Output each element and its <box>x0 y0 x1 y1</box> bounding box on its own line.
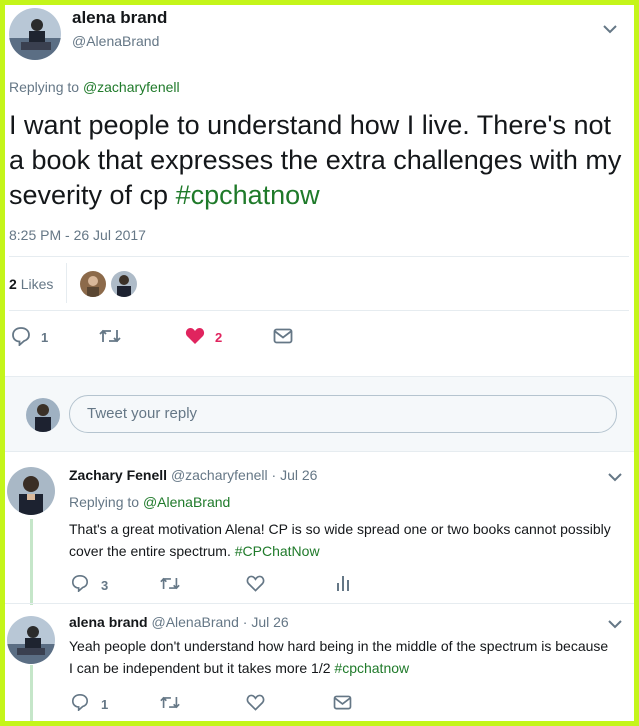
replying-handle-link[interactable]: @AlenaBrand <box>143 494 230 510</box>
current-user-avatar <box>26 398 60 432</box>
divider <box>9 310 629 311</box>
reply-time[interactable]: · Jul 26 <box>243 614 289 630</box>
reply-text: That's a great motivation Alena! CP is s… <box>69 518 614 562</box>
reply-author-name[interactable]: alena brand <box>69 614 148 630</box>
thread-line <box>30 519 33 605</box>
like-action[interactable] <box>185 327 205 350</box>
tweet-text: I want people to understand how I live. … <box>9 108 629 213</box>
reply-icon <box>12 327 30 348</box>
reply-icon <box>71 574 89 593</box>
reply-author-name[interactable]: Zachary Fenell <box>69 467 167 483</box>
retweet-icon <box>160 577 180 590</box>
replying-prefix: Replying to <box>9 79 80 95</box>
thread-line <box>30 665 33 721</box>
tweet-reply-input[interactable]: Tweet your reply <box>69 395 617 433</box>
message-action[interactable] <box>273 328 293 349</box>
reply-action[interactable] <box>71 693 89 716</box>
divider <box>5 603 634 604</box>
like-action[interactable] <box>246 694 265 716</box>
hashtag-link[interactable]: #cpchatnow <box>334 660 409 676</box>
reply-action[interactable] <box>71 574 89 597</box>
reply-header: alena brand @AlenaBrand · Jul 26 <box>69 614 289 630</box>
reply-avatar-image <box>7 616 55 664</box>
analytics-icon <box>337 576 349 591</box>
chevron-down-icon[interactable] <box>608 619 622 629</box>
reply-action[interactable] <box>11 326 31 351</box>
reply-count: 1 <box>101 697 109 712</box>
likes-label: Likes <box>20 276 54 292</box>
like-count: 2 <box>215 330 223 345</box>
liker-avatar-image <box>80 271 106 297</box>
heart-icon <box>185 328 205 344</box>
reply-header: Zachary Fenell @zacharyfenell · Jul 26 <box>69 467 317 483</box>
chevron-down-icon[interactable] <box>608 472 622 482</box>
divider <box>9 256 629 257</box>
likes-divider <box>66 263 67 303</box>
envelope-icon <box>333 695 352 710</box>
liker-avatar-image <box>111 271 137 297</box>
avatar-image <box>9 8 61 60</box>
reply-count: 3 <box>101 578 109 593</box>
heart-outline-icon <box>246 575 265 592</box>
analytics-action[interactable] <box>336 574 350 597</box>
reply-icon <box>71 693 89 712</box>
reply-avatar-image <box>7 467 55 515</box>
chevron-down-icon[interactable] <box>603 24 617 34</box>
reply-replying-to: Replying to @AlenaBrand <box>69 494 230 510</box>
replying-handle-link[interactable]: @zacharyfenell <box>83 79 180 95</box>
retweet-action[interactable] <box>98 327 122 350</box>
envelope-icon <box>273 328 293 344</box>
current-user-avatar-image <box>26 398 60 432</box>
replying-prefix: Replying to <box>69 494 140 510</box>
retweet-icon <box>160 696 180 709</box>
retweet-icon <box>99 329 121 343</box>
reply-author-avatar[interactable] <box>7 616 55 664</box>
hashtag-link[interactable]: #cpchatnow <box>176 180 320 210</box>
heart-outline-icon <box>246 694 265 711</box>
replying-to: Replying to @zacharyfenell <box>9 79 180 95</box>
like-action[interactable] <box>246 575 265 597</box>
reply-author-handle[interactable]: @AlenaBrand <box>151 614 238 630</box>
tweet-timestamp[interactable]: 8:25 PM - 26 Jul 2017 <box>9 227 146 243</box>
hashtag-link[interactable]: #CPChatNow <box>235 543 320 559</box>
likes-count: 2 <box>9 276 17 292</box>
likes-summary[interactable]: 2 Likes <box>9 276 53 292</box>
tweet-detail: alena brand @AlenaBrand Replying to @zac… <box>5 5 634 721</box>
message-action[interactable] <box>333 695 352 715</box>
liker-avatar[interactable] <box>80 271 106 297</box>
retweet-action[interactable] <box>159 575 181 597</box>
author-handle[interactable]: @AlenaBrand <box>72 33 159 49</box>
reply-body: That's a great motivation Alena! CP is s… <box>69 521 611 559</box>
retweet-action[interactable] <box>159 694 181 716</box>
reply-count: 1 <box>41 330 49 345</box>
reply-author-avatar[interactable] <box>7 467 55 515</box>
reply-text: Yeah people don't understand how hard be… <box>69 635 614 679</box>
author-avatar[interactable] <box>9 8 61 60</box>
liker-avatar[interactable] <box>111 271 137 297</box>
reply-author-handle[interactable]: @zacharyfenell <box>171 467 268 483</box>
author-name[interactable]: alena brand <box>72 8 167 28</box>
reply-time[interactable]: · Jul 26 <box>272 467 318 483</box>
